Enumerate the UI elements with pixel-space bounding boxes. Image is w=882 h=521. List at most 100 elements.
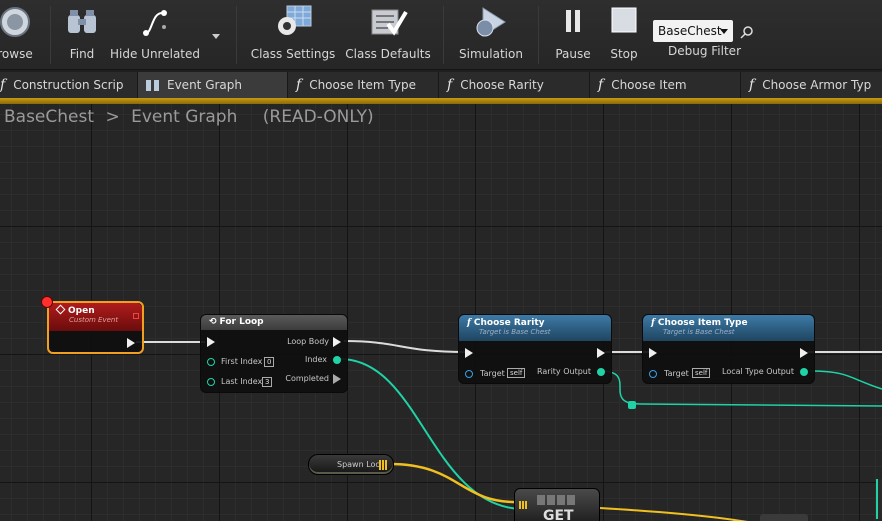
rarity-output-pin[interactable] (597, 368, 605, 376)
for-loop-node[interactable]: ⟲ For Loop Loop Body First Index 0 Index … (200, 314, 348, 393)
tab-label: Choose Armor Typ (762, 78, 872, 92)
function-icon: f (447, 77, 453, 93)
simulation-button[interactable]: Simulation (458, 0, 524, 70)
exec-output-pin[interactable] (127, 338, 135, 348)
search-icon[interactable] (740, 24, 754, 43)
delegate-pin[interactable] (133, 313, 139, 319)
event-graph-canvas[interactable]: BaseChest > Event Graph (READ-ONLY) Open… (0, 104, 882, 521)
stop-label: Stop (610, 47, 638, 61)
tab-label: Choose Rarity (460, 78, 544, 92)
first-index-label: First Index (221, 357, 263, 366)
stop-button[interactable]: Stop (605, 0, 643, 70)
tab-label: Choose Item (611, 78, 687, 92)
browse-icon (0, 0, 32, 44)
tab-event-graph[interactable]: Event Graph (138, 72, 288, 98)
wire-reroute (628, 401, 636, 409)
loop-body-pin[interactable] (333, 337, 341, 347)
index-pin[interactable] (333, 356, 341, 364)
pause-label: Pause (555, 47, 591, 61)
node-subtitle: Target is Base Chest (663, 328, 735, 336)
tab-label: Construction Scrip (13, 78, 124, 92)
stop-icon (609, 0, 639, 44)
last-index-label: Last Index (221, 377, 263, 386)
exec-output-pin[interactable] (800, 348, 808, 358)
class-settings-button[interactable]: Class Settings (250, 0, 336, 70)
exec-output-pin[interactable] (597, 348, 605, 358)
node-title: f Choose Item Type (651, 318, 748, 328)
class-defaults-label: Class Defaults (345, 47, 431, 61)
custom-event-node-open[interactable]: Open Custom Event (47, 301, 144, 354)
target-pin[interactable] (649, 370, 657, 378)
hide-unrelated-dropdown-icon[interactable] (212, 34, 220, 39)
gear-icon (273, 0, 313, 44)
array-input-pin[interactable] (519, 501, 527, 509)
choose-rarity-node[interactable]: f Choose Rarity Target is Base Chest Targ… (458, 314, 612, 384)
binoculars-icon (65, 0, 99, 44)
target-pin[interactable] (465, 370, 473, 378)
get-label: GET (543, 508, 574, 521)
function-icon: f (749, 77, 755, 93)
pause-button[interactable]: Pause (553, 0, 593, 70)
pause-icon (558, 0, 588, 44)
loop-body-label: Loop Body (287, 337, 329, 346)
first-index-input[interactable]: 0 (264, 357, 275, 367)
vector-wire (389, 462, 521, 504)
array-icon (537, 495, 577, 505)
exec-input-pin[interactable] (649, 348, 657, 358)
event-icon (55, 304, 66, 315)
exec-input-pin[interactable] (207, 337, 215, 347)
debug-filter-label: Debug Filter (668, 44, 741, 58)
exec-input-pin[interactable] (465, 348, 473, 358)
tab-label: Choose Item Type (309, 78, 416, 92)
local-type-output-pin[interactable] (800, 368, 808, 376)
debug-object-select[interactable]: BaseChest (653, 20, 733, 42)
debug-object-value: BaseChest (658, 24, 722, 38)
target-label: Target (664, 369, 689, 378)
checklist-icon (368, 0, 408, 44)
function-icon: f (651, 318, 655, 328)
target-label: Target (480, 369, 505, 378)
vector-pin[interactable] (379, 460, 387, 470)
completed-pin[interactable] (333, 374, 341, 384)
spawn-loc-variable-node[interactable]: Spawn Loc (308, 454, 394, 475)
hide-unrelated-icon (138, 0, 172, 44)
node-title: ⟲ For Loop (209, 317, 264, 327)
hide-unrelated-button[interactable]: Hide Unrelated (110, 0, 201, 70)
function-icon: f (467, 318, 471, 328)
tab-label: Event Graph (167, 78, 242, 92)
breakpoint-icon[interactable] (41, 296, 53, 308)
target-input[interactable]: self (692, 368, 711, 378)
loop-icon: ⟲ (209, 317, 217, 327)
tab-choose-rarity[interactable]: f Choose Rarity (439, 72, 590, 98)
function-icon: f (0, 77, 6, 93)
chevron-down-icon (720, 29, 728, 34)
choose-item-type-node[interactable]: f Choose Item Type Target is Base Chest T… (642, 314, 815, 384)
last-index-pin[interactable] (207, 378, 215, 386)
node-subtitle: Custom Event (69, 316, 119, 324)
tab-choose-item-type[interactable]: f Choose Item Type (288, 72, 439, 98)
index-label: Index (304, 355, 327, 364)
browse-label: rowse (0, 47, 33, 61)
find-button[interactable]: Find (62, 0, 102, 70)
class-settings-label: Class Settings (250, 47, 336, 61)
find-label: Find (69, 47, 95, 61)
function-icon: f (296, 77, 302, 93)
get-node[interactable]: GET (514, 488, 600, 521)
local-type-output-label: Local Type Output (722, 367, 794, 376)
tab-construction-script[interactable]: f Construction Scrip (0, 72, 138, 98)
graph-icon (146, 79, 159, 91)
tab-choose-item[interactable]: f Choose Item (590, 72, 741, 98)
toolbar: rowse Find Hide Unrelated Class Settings… (0, 0, 882, 70)
class-defaults-button[interactable]: Class Defaults (345, 0, 431, 70)
simulation-icon (471, 0, 511, 44)
browse-button[interactable]: rowse (0, 0, 44, 70)
first-index-pin[interactable] (207, 358, 215, 366)
last-index-input[interactable]: 3 (262, 377, 273, 387)
node-title: f Choose Rarity (467, 318, 545, 328)
rarity-output-label: Rarity Output (537, 367, 591, 376)
target-input[interactable]: self (507, 368, 526, 378)
exec-wire (343, 340, 467, 353)
tab-bar: f Construction Scrip Event Graph f Choos… (0, 70, 882, 98)
tab-choose-armor-type[interactable]: f Choose Armor Typ (741, 72, 882, 98)
hide-unrelated-label: Hide Unrelated (110, 47, 201, 61)
